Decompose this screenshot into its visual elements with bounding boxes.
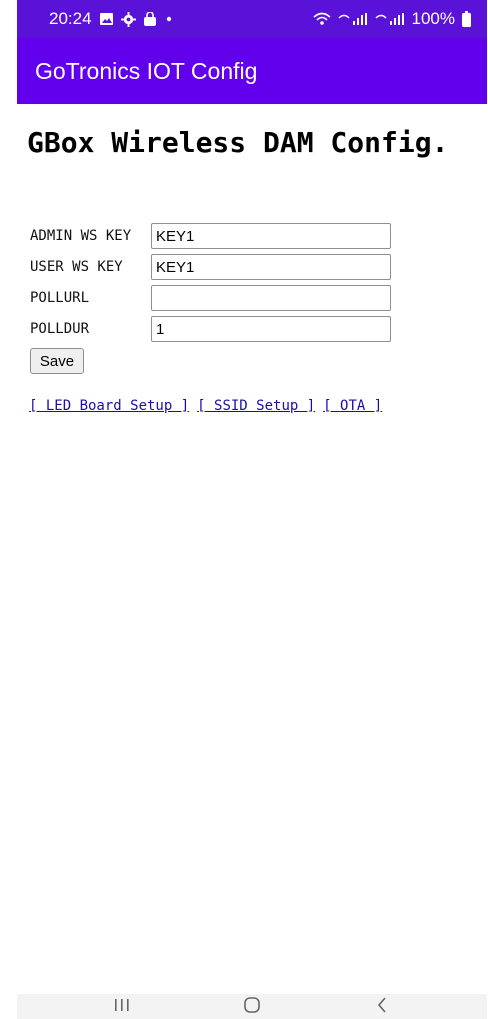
pollurl-label: POLLURL — [30, 290, 90, 306]
home-icon — [242, 996, 262, 1018]
signal-icon — [337, 12, 368, 26]
recent-apps-icon — [112, 997, 132, 1017]
status-bar: 20:24 100% — [17, 0, 487, 38]
gear-icon — [120, 11, 136, 27]
ota-link[interactable]: [ OTA ] — [323, 398, 382, 414]
page-title: GBox Wireless DAM Config. — [27, 126, 449, 159]
battery-percent: 100% — [411, 9, 455, 28]
app-bar: GoTronics IOT Config — [17, 38, 487, 104]
image-icon — [99, 12, 114, 26]
form-row-pollurl: POLLURL — [30, 285, 391, 311]
form-row-user-ws-key: USER WS KEY — [30, 254, 391, 280]
polldur-label: POLLDUR — [30, 321, 90, 337]
wifi-icon — [312, 12, 331, 26]
app-title: GoTronics IOT Config — [35, 57, 258, 84]
dot-icon — [164, 14, 174, 24]
user-ws-key-label: USER WS KEY — [30, 259, 123, 275]
setup-links: [ LED Board Setup ] [ SSID Setup ] [ OTA… — [29, 398, 382, 414]
ssid-setup-link[interactable]: [ SSID Setup ] — [197, 398, 315, 414]
status-right: 100% — [312, 9, 471, 29]
form-row-admin-ws-key: ADMIN WS KEY — [30, 223, 391, 249]
admin-ws-key-label: ADMIN WS KEY — [30, 228, 132, 244]
save-button[interactable]: Save — [30, 348, 84, 374]
webview-content: GBox Wireless DAM Config. ADMIN WS KEY U… — [17, 104, 487, 994]
user-ws-key-input[interactable] — [151, 254, 391, 280]
signal-icon — [374, 12, 405, 26]
polldur-input[interactable] — [151, 316, 391, 342]
status-left: 20:24 — [49, 9, 174, 29]
form-row-polldur: POLLDUR — [30, 316, 391, 342]
admin-ws-key-input[interactable] — [151, 223, 391, 249]
home-button[interactable] — [222, 994, 282, 1019]
back-icon — [374, 996, 390, 1018]
navigation-bar — [17, 994, 487, 1019]
back-button[interactable] — [352, 994, 412, 1019]
battery-icon — [462, 11, 471, 27]
bag-icon — [143, 11, 157, 27]
recent-apps-button[interactable] — [92, 994, 152, 1019]
led-board-setup-link[interactable]: [ LED Board Setup ] — [29, 398, 189, 414]
status-time: 20:24 — [49, 9, 92, 28]
pollurl-input[interactable] — [151, 285, 391, 311]
